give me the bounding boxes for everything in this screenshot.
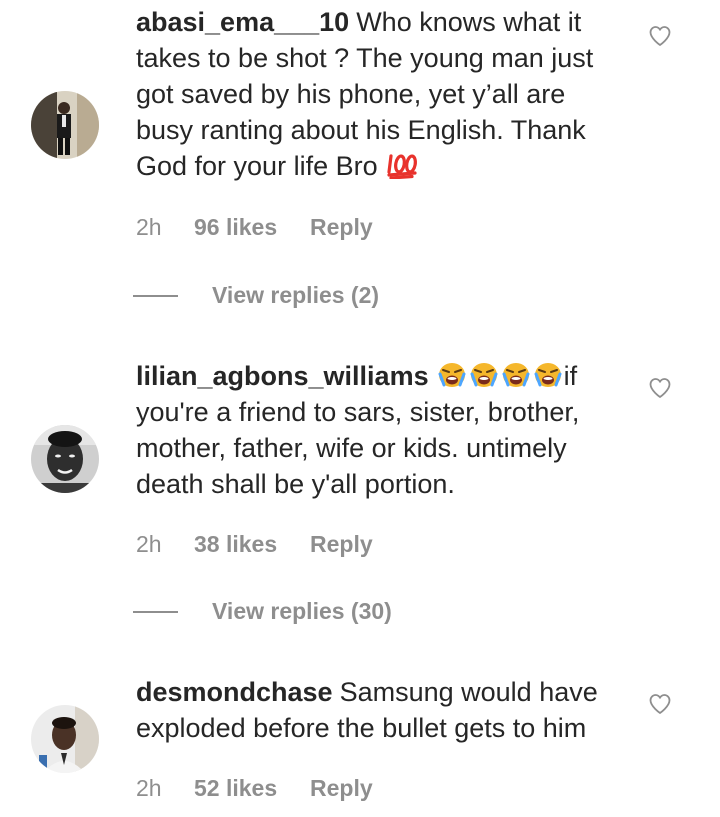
hundred-points-emoji	[386, 151, 420, 179]
view-replies-label: View replies (30)	[212, 598, 392, 624]
likes-count[interactable]: 52 likes	[194, 773, 310, 803]
comment-meta: 2h 52 likes Reply	[136, 773, 373, 803]
reply-button[interactable]: Reply	[310, 529, 373, 559]
comment-meta: 2h 96 likes Reply	[136, 212, 373, 242]
likes-count[interactable]: 96 likes	[194, 212, 310, 242]
heart-outline-icon[interactable]	[648, 376, 672, 400]
comment-text: lilian_agbons_williams if you're a friend…	[136, 358, 626, 502]
loudly-crying-face-emoji	[501, 361, 531, 389]
comment-username[interactable]: abasi_ema___10	[136, 7, 349, 37]
loudly-crying-face-emoji	[437, 361, 467, 389]
comment-text: desmondchase Samsung would have exploded …	[136, 674, 626, 746]
comment-timestamp: 2h	[136, 214, 162, 240]
reply-button[interactable]: Reply	[310, 773, 373, 803]
comment-timestamp: 2h	[136, 775, 162, 801]
heart-outline-icon[interactable]	[648, 24, 672, 48]
comment-timestamp: 2h	[136, 531, 162, 557]
avatar[interactable]	[31, 705, 99, 773]
replies-divider	[133, 610, 178, 613]
loudly-crying-face-emoji	[533, 361, 563, 389]
avatar[interactable]	[31, 91, 99, 159]
reply-button[interactable]: Reply	[310, 212, 373, 242]
view-replies-label: View replies (2)	[212, 282, 380, 308]
comment-username[interactable]: desmondchase	[136, 677, 333, 707]
heart-outline-icon[interactable]	[648, 692, 672, 716]
comment-text: abasi_ema___10 Who knows what it takes to…	[136, 4, 626, 184]
view-replies-button[interactable]: View replies (30)	[133, 596, 392, 626]
comment-meta: 2h 38 likes Reply	[136, 529, 373, 559]
likes-count[interactable]: 38 likes	[194, 529, 310, 559]
loudly-crying-face-emoji	[469, 361, 499, 389]
replies-divider	[133, 294, 178, 297]
comment-username[interactable]: lilian_agbons_williams	[136, 361, 429, 391]
view-replies-button[interactable]: View replies (2)	[133, 280, 379, 310]
avatar[interactable]	[31, 425, 99, 493]
